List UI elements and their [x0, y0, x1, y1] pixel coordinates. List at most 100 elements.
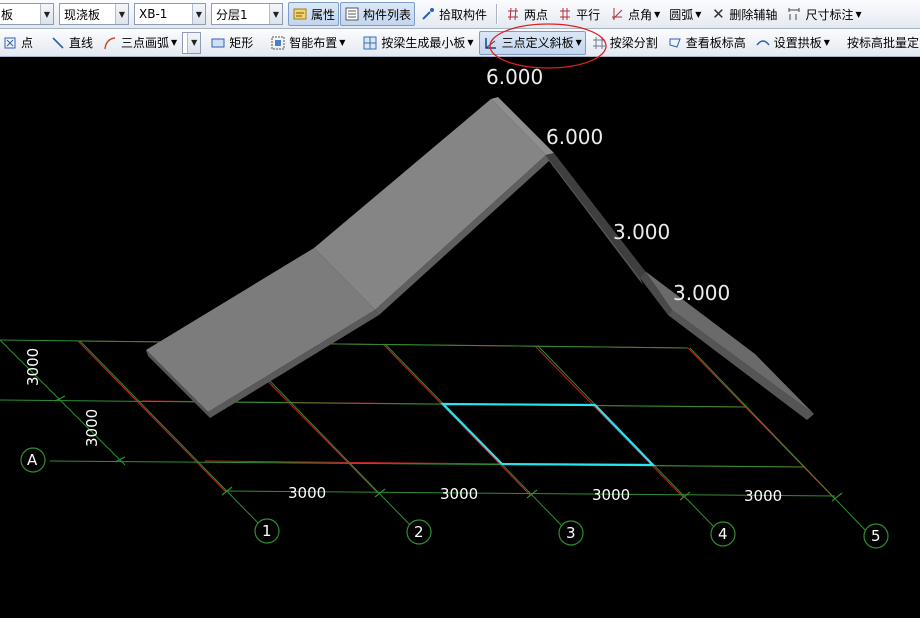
layer-value: 分层1 — [216, 7, 248, 22]
component-name-value: XB-1 — [139, 7, 168, 21]
axis-line — [0, 339, 689, 349]
slope-slab-high[interactable] — [314, 99, 546, 310]
axis-line — [49, 460, 806, 468]
by-beam-split-label: 按梁分割 — [609, 36, 658, 50]
layer-combo[interactable]: 分层1 ▼ — [211, 3, 283, 25]
slope-slab-right-lower-edge — [668, 310, 814, 420]
dimension-label: 3000 — [592, 486, 630, 504]
chevron-down-icon[interactable]: ▼ — [115, 4, 128, 24]
slope-slab-right-upper[interactable] — [546, 153, 645, 278]
arc-option-combo[interactable]: ▼ — [182, 31, 202, 54]
elevation-label: 3.000 — [613, 220, 670, 244]
delete-aux-axis-label: 删除辅轴 — [729, 7, 778, 22]
elevation-label: 6.000 — [486, 65, 543, 89]
view-slab-elevation-label: 查看板标高 — [685, 36, 746, 50]
grid-line — [534, 345, 684, 498]
point-angle-icon — [609, 6, 625, 22]
smart-layout-button[interactable]: 智能布置 ▼ — [266, 31, 349, 55]
three-point-arc-button[interactable]: 三点画弧 ▼ — [98, 31, 181, 55]
view-slab-elevation-button[interactable]: 查看板标高 — [663, 31, 750, 55]
axis-letter-label: A — [27, 451, 38, 469]
parallel-label: 平行 — [576, 7, 601, 22]
by-beam-split-button[interactable]: 按梁分割 — [587, 31, 662, 55]
close-icon: ✕ — [712, 5, 725, 23]
elevation-label: 3.000 — [673, 281, 730, 305]
pick-component-button[interactable]: 拾取构件 — [416, 2, 491, 26]
chevron-down-icon[interactable]: ▼ — [40, 4, 53, 24]
parallel-axis-icon — [557, 6, 573, 22]
properties-button[interactable]: 属性 — [288, 2, 340, 26]
point-button[interactable]: 点 — [0, 31, 37, 55]
line-label: 直线 — [69, 36, 94, 50]
three-point-slope-icon — [483, 35, 499, 51]
arc-button[interactable]: 圆弧 ▼ — [665, 2, 705, 26]
point-draw-icon — [2, 35, 18, 51]
chevron-down-icon[interactable]: ▼ — [824, 38, 830, 47]
properties-label: 属性 — [311, 7, 336, 22]
chevron-down-icon[interactable]: ▼ — [269, 4, 282, 24]
axis-number-label: 3 — [566, 524, 576, 542]
arch-slab-icon — [755, 35, 771, 51]
chevron-down-icon[interactable]: ▼ — [467, 38, 473, 47]
dimension-label: 尺寸标注 — [805, 7, 854, 22]
by-beam-min-slab-button[interactable]: 按梁生成最小板 ▼ — [358, 31, 477, 55]
set-arch-slab-button[interactable]: 设置拱板 ▼ — [751, 31, 834, 55]
component-name-combo[interactable]: XB-1 ▼ — [134, 3, 206, 25]
rectangle-icon — [210, 35, 226, 51]
slab-type-combo[interactable]: 现浇板 ▼ — [59, 3, 129, 25]
chevron-down-icon[interactable]: ▼ — [192, 4, 205, 24]
three-point-arc-label: 三点画弧 — [121, 36, 170, 50]
two-points-button[interactable]: 两点 — [501, 2, 552, 26]
parallel-button[interactable]: 平行 — [553, 2, 604, 26]
pick-component-label: 拾取构件 — [439, 7, 488, 22]
set-arch-slab-label: 设置拱板 — [773, 36, 822, 50]
axis-number-label: 2 — [414, 523, 424, 541]
dimension-button[interactable]: 尺寸标注 ▼ — [782, 2, 865, 26]
chevron-down-icon[interactable]: ▼ — [855, 10, 861, 19]
delete-aux-axis-button[interactable]: ✕ 删除辅轴 — [706, 2, 781, 26]
dimension-label: 3000 — [440, 485, 478, 503]
dimension-label: 3000 — [744, 487, 782, 505]
point-angle-label: 点角 — [628, 7, 653, 22]
two-points-axis-icon — [505, 6, 521, 22]
properties-icon — [292, 6, 308, 22]
axis-line — [0, 339, 126, 466]
chevron-down-icon[interactable]: ▼ — [654, 10, 660, 19]
elevation-view-icon — [667, 35, 683, 51]
drawing-viewport[interactable]: 6.000 6.000 3.000 3.000 3000 3000 3000 3… — [0, 57, 920, 618]
arc-draw-icon — [102, 35, 118, 51]
three-point-slope-slab-button[interactable]: 三点定义斜板 ▼ — [478, 30, 586, 55]
chevron-down-icon[interactable]: ▼ — [576, 38, 582, 47]
chevron-down-icon[interactable]: ▼ — [695, 10, 701, 19]
slab-type-value: 现浇板 — [64, 7, 101, 22]
axis-grid — [0, 339, 869, 534]
elevation-label: 6.000 — [546, 125, 603, 149]
chevron-down-icon[interactable]: ▼ — [187, 32, 201, 53]
dimension-label: 3000 — [288, 484, 326, 502]
axis-line — [0, 399, 748, 408]
arc-label: 圆弧 — [669, 7, 694, 22]
rectangle-button[interactable]: 矩形 — [206, 31, 257, 55]
draw-toolbar: 点 直线 三点画弧 ▼ ▼ 矩形 智能布置 ▼ 按梁生成最小板 ▼ 三点定义斜板… — [0, 29, 920, 57]
list-icon — [344, 6, 360, 22]
chevron-down-icon[interactable]: ▼ — [339, 38, 345, 47]
line-button[interactable]: 直线 — [46, 31, 97, 55]
axis-line — [689, 347, 869, 534]
component-list-label: 构件列表 — [363, 7, 412, 22]
component-type-value: 板 — [1, 7, 14, 22]
point-angle-button[interactable]: 点角 ▼ — [605, 2, 664, 26]
axis-number-label: 4 — [718, 525, 728, 543]
component-list-button[interactable]: 构件列表 — [340, 2, 416, 26]
dimension-label: 3000 — [83, 409, 101, 447]
main-toolbar: 板 ▼ 现浇板 ▼ XB-1 ▼ 分层1 ▼ 属性 构件列表 拾取构件 两点 平… — [0, 0, 920, 29]
grid-line — [382, 343, 531, 496]
chevron-down-icon[interactable]: ▼ — [171, 38, 177, 47]
component-type-combo[interactable]: 板 ▼ — [0, 3, 54, 25]
dimension-icon — [786, 6, 802, 22]
point-label: 点 — [21, 36, 34, 50]
drawing-canvas[interactable]: 6.000 6.000 3.000 3.000 3000 3000 3000 3… — [0, 57, 920, 618]
two-points-label: 两点 — [524, 7, 549, 22]
slab-3d-model[interactable] — [146, 97, 814, 420]
batch-by-elevation-button[interactable]: 按标高批量定 — [843, 31, 920, 55]
smart-layout-icon — [270, 35, 286, 51]
